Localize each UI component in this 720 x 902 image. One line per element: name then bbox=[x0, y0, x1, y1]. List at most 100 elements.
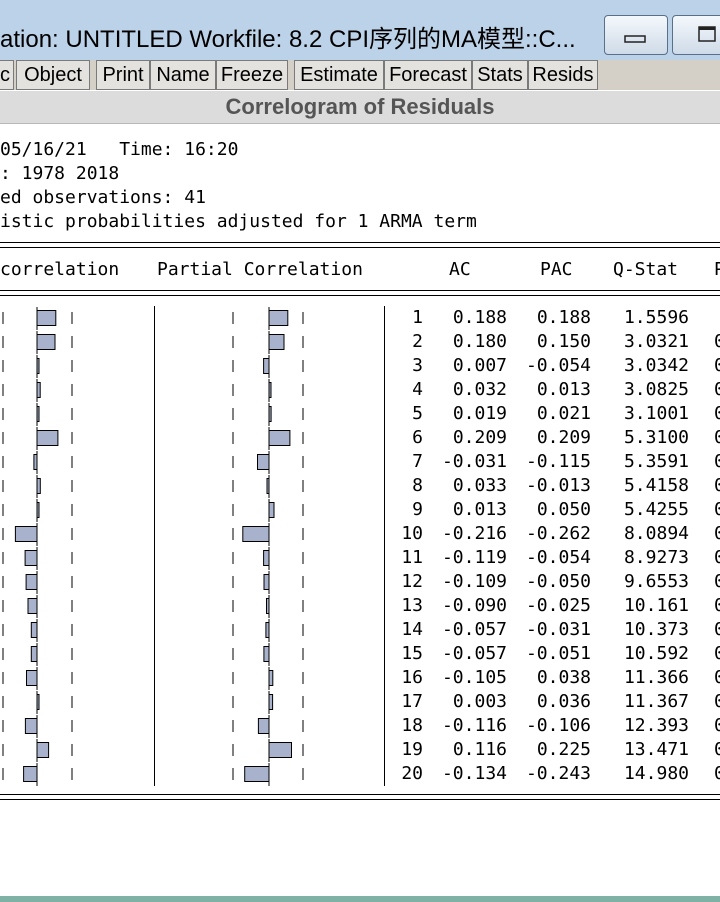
ac-value-cell: -0.119 bbox=[441, 547, 507, 568]
minimize-icon bbox=[624, 35, 646, 43]
ac-bar bbox=[23, 766, 38, 782]
maximize-button[interactable] bbox=[672, 15, 720, 55]
pac-bar bbox=[268, 382, 272, 398]
pac-value-cell: 0.021 bbox=[536, 403, 591, 424]
lag-cell: 1 bbox=[412, 307, 423, 328]
toolbar: c Object Print Name Freeze Estimate Fore… bbox=[0, 60, 720, 90]
ac-value-cell: -0.134 bbox=[441, 763, 507, 784]
qstat-value-cell: 5.3100 bbox=[623, 427, 689, 448]
ac-bar bbox=[36, 478, 41, 494]
pac-bar bbox=[244, 766, 270, 782]
toolbar-button-proc[interactable]: c bbox=[0, 60, 14, 90]
pac-value-cell: 0.209 bbox=[536, 427, 591, 448]
prob-value-cell: 0 bbox=[714, 547, 720, 568]
pac-value-cell: 0.050 bbox=[536, 499, 591, 520]
ac-value-cell: -0.057 bbox=[441, 643, 507, 664]
toolbar-button-name[interactable]: Name bbox=[150, 60, 216, 90]
prob-value-cell: 0 bbox=[714, 595, 720, 616]
pac-bar bbox=[268, 502, 275, 518]
pac-value-cell: -0.050 bbox=[525, 571, 591, 592]
prob-value-cell: 0 bbox=[714, 499, 720, 520]
minimize-button[interactable] bbox=[604, 15, 668, 55]
pac-value-cell: -0.054 bbox=[525, 547, 591, 568]
qstat-value-cell: 11.367 bbox=[623, 691, 689, 712]
pac-bar bbox=[266, 598, 270, 614]
toolbar-button-freeze[interactable]: Freeze bbox=[216, 60, 288, 90]
toolbar-button-stats[interactable]: Stats bbox=[472, 60, 528, 90]
qstat-value-cell: 5.4158 bbox=[623, 475, 689, 496]
pac-bar bbox=[268, 406, 272, 422]
pac-value-cell: -0.025 bbox=[525, 595, 591, 616]
qstat-value-cell: 3.0342 bbox=[623, 355, 689, 376]
ac-bar bbox=[27, 598, 38, 614]
ac-bar bbox=[36, 406, 40, 422]
pac-value-cell: -0.051 bbox=[525, 643, 591, 664]
lag-cell: 12 bbox=[401, 571, 423, 592]
toolbar-button-resids[interactable]: Resids bbox=[528, 60, 598, 90]
prob-value-cell: 0 bbox=[714, 451, 720, 472]
ac-bar bbox=[30, 622, 38, 638]
qstat-value-cell: 8.9273 bbox=[623, 547, 689, 568]
toolbar-button-object[interactable]: Object bbox=[16, 60, 90, 90]
pac-value-cell: 0.150 bbox=[536, 331, 591, 352]
prob-value-cell: 0 bbox=[714, 691, 720, 712]
prob-value-cell: 0 bbox=[714, 619, 720, 640]
qstat-value-cell: 12.393 bbox=[623, 715, 689, 736]
pac-bar bbox=[265, 622, 270, 638]
ac-value-cell: -0.105 bbox=[441, 667, 507, 688]
lag-cell: 20 bbox=[401, 763, 423, 784]
ac-value-cell: 0.003 bbox=[452, 691, 507, 712]
ac-value-cell: 0.180 bbox=[452, 331, 507, 352]
ac-value-cell: -0.116 bbox=[441, 715, 507, 736]
pac-bar bbox=[268, 742, 292, 758]
ac-bar bbox=[36, 742, 50, 758]
lag-cell: 18 bbox=[401, 715, 423, 736]
ac-bar bbox=[36, 382, 41, 398]
prob-value-cell: 0 bbox=[714, 715, 720, 736]
toolbar-button-estimate[interactable]: Estimate bbox=[294, 60, 384, 90]
ac-value-cell: -0.090 bbox=[441, 595, 507, 616]
prob-value-cell: 0 bbox=[714, 331, 720, 352]
pac-bar bbox=[268, 334, 285, 350]
maximize-icon bbox=[698, 26, 716, 42]
ac-value-cell: -0.109 bbox=[441, 571, 507, 592]
pac-value-cell: -0.262 bbox=[525, 523, 591, 544]
ac-value-cell: 0.007 bbox=[452, 355, 507, 376]
pac-value-cell: 0.036 bbox=[536, 691, 591, 712]
ac-bar bbox=[25, 574, 38, 590]
qstat-value-cell: 5.3591 bbox=[623, 451, 689, 472]
pac-bar bbox=[268, 430, 291, 446]
lag-cell: 13 bbox=[401, 595, 423, 616]
pac-value-cell: -0.013 bbox=[525, 475, 591, 496]
prob-value-cell: 0 bbox=[714, 763, 720, 784]
ac-bar bbox=[26, 670, 38, 686]
toolbar-button-print[interactable]: Print bbox=[96, 60, 150, 90]
pac-bar bbox=[263, 550, 270, 566]
pac-bar bbox=[268, 694, 274, 710]
pac-bar bbox=[263, 358, 270, 374]
pac-bar bbox=[263, 574, 270, 590]
prob-value-cell: 0 bbox=[714, 667, 720, 688]
pac-value-cell: -0.054 bbox=[525, 355, 591, 376]
prob-value-cell: 0 bbox=[714, 571, 720, 592]
lag-cell: 9 bbox=[412, 499, 423, 520]
pac-bar bbox=[257, 718, 270, 734]
lag-cell: 15 bbox=[401, 643, 423, 664]
correlogram-output: 05/16/21 Time: 16:20 : 1978 2018 ed obse… bbox=[0, 124, 720, 902]
ac-value-cell: -0.031 bbox=[441, 451, 507, 472]
qstat-value-cell: 10.161 bbox=[623, 595, 689, 616]
ac-value-cell: 0.033 bbox=[452, 475, 507, 496]
ac-value-cell: 0.116 bbox=[452, 739, 507, 760]
pac-bar bbox=[268, 310, 289, 326]
pac-bar bbox=[268, 670, 274, 686]
pac-value-cell: 0.038 bbox=[536, 667, 591, 688]
ac-value-cell: 0.032 bbox=[452, 379, 507, 400]
view-title: Correlogram of Residuals bbox=[0, 91, 720, 124]
toolbar-button-forecast[interactable]: Forecast bbox=[384, 60, 472, 90]
prob-value-cell: 0 bbox=[714, 379, 720, 400]
lag-cell: 11 bbox=[401, 547, 423, 568]
pac-value-cell: 0.013 bbox=[536, 379, 591, 400]
pac-value-cell: -0.031 bbox=[525, 619, 591, 640]
lag-cell: 2 bbox=[412, 331, 423, 352]
ac-bar bbox=[36, 358, 40, 374]
